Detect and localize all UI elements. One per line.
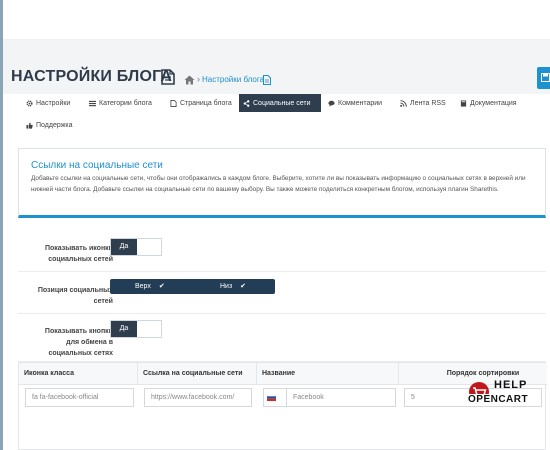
home-icon[interactable] (184, 75, 195, 85)
toggle-on-label: Да (111, 239, 137, 255)
watermark-help-text: HELP (494, 379, 528, 391)
watermark-opencart-text: OPENCART (468, 394, 529, 405)
position-option-bottom[interactable]: Низ ✔ (220, 279, 246, 294)
setting-row-position: Позиция социальных сетей Верх ✔ Низ ✔ (18, 272, 546, 314)
setting-row-share-buttons: Показывать кнопки для обмена в социальны… (18, 314, 546, 362)
name-input[interactable]: Facebook (286, 388, 396, 407)
position-label: Позиция социальных сетей (37, 287, 113, 305)
check-icon: ✔ (240, 283, 247, 290)
check-icon: ✔ (158, 283, 165, 290)
tab-blog-page[interactable]: Страница блога (166, 94, 236, 112)
tab-support[interactable]: Поддержка (22, 116, 77, 134)
column-header-icon-class: Иконка класса (19, 363, 138, 385)
tab-social-networks[interactable]: Социальные сети (239, 94, 321, 112)
tab-blog-categories[interactable]: Категории блога (85, 94, 156, 112)
tab-documentation[interactable]: Документация (456, 94, 521, 112)
book-icon (460, 99, 467, 107)
thumbs-up-icon (26, 121, 33, 129)
show-icons-label: Показывать иконки социальных сетей (44, 245, 113, 263)
share-buttons-label: Показывать кнопки для обмена в социальны… (44, 328, 113, 357)
icon-class-input[interactable]: fa fa-facebook-official (25, 388, 134, 407)
save-button[interactable] (537, 67, 550, 89)
gear-icon (26, 100, 33, 106)
show-icons-toggle[interactable]: Да (110, 238, 162, 256)
page-title: НАСТРОЙКИ БЛОГА (11, 68, 173, 85)
breadcrumb-link[interactable]: Настройки блога (202, 75, 264, 84)
share-icon (243, 99, 250, 107)
rss-icon (400, 99, 407, 107)
column-header-name: Название (257, 363, 399, 385)
social-url-input[interactable]: https://www.facebook.com/ (144, 388, 252, 407)
setting-row-show-icons: Показывать иконки социальных сетей Да (18, 230, 546, 272)
breadcrumb-separator: › (197, 74, 200, 84)
breadcrumb-document-icon (263, 75, 271, 85)
comments-icon (328, 100, 335, 107)
file-icon (170, 99, 177, 107)
tab-settings[interactable]: Настройки (22, 94, 74, 112)
tab-rss-feed[interactable]: Лента RSS (396, 94, 450, 112)
column-header-url: Ссылка на социальные сети (138, 363, 257, 385)
save-icon (541, 73, 550, 82)
info-panel: Ссылки на социальные сети Добавьте ссылк… (18, 148, 546, 218)
help-opencart-watermark: HELP OPENCART (466, 377, 546, 409)
list-icon (89, 100, 96, 106)
toggle-on-label: Да (111, 321, 137, 337)
top-bar (3, 0, 550, 40)
document-icon (161, 69, 175, 85)
tab-comments[interactable]: Комментарии (324, 94, 386, 112)
position-segmented-control[interactable]: Верх ✔ Низ ✔ (110, 279, 275, 294)
page-header: НАСТРОЙКИ БЛОГА › Настройки блога (3, 40, 550, 94)
panel-description: Добавьте ссылки на социальные сети, чтоб… (31, 175, 526, 193)
position-option-top[interactable]: Верх ✔ (135, 279, 165, 294)
share-buttons-toggle[interactable]: Да (110, 320, 162, 338)
russian-flag-icon (267, 394, 276, 401)
panel-title: Ссылки на социальные сети (31, 160, 163, 171)
